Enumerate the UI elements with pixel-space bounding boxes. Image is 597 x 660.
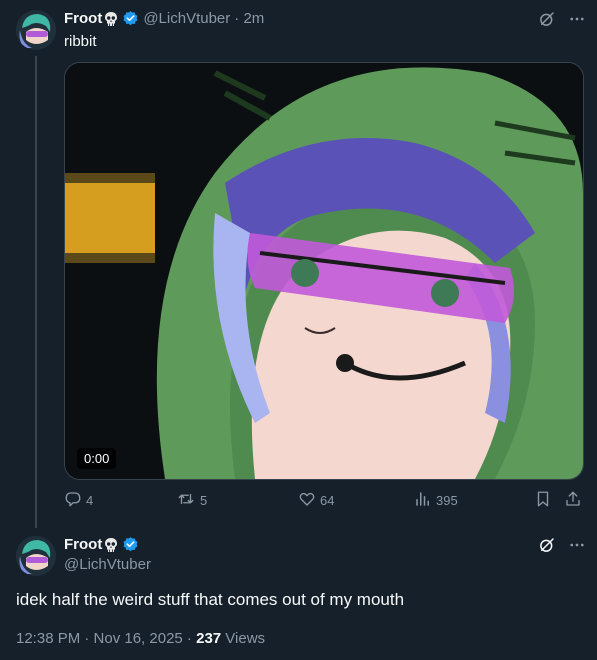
more-icon[interactable]	[568, 10, 586, 28]
verified-badge-icon	[122, 536, 139, 553]
tweet-header: Froot @LichVtuber · 2m	[64, 10, 264, 27]
verified-badge-icon	[122, 10, 139, 27]
views-count: 395	[436, 493, 458, 508]
like-button[interactable]: 64	[298, 490, 334, 511]
share-icon	[564, 490, 582, 511]
author-name[interactable]: Froot	[64, 10, 102, 27]
repost-icon	[176, 490, 196, 511]
grok-icon[interactable]	[538, 536, 556, 554]
share-button[interactable]	[564, 490, 582, 511]
repost-count: 5	[200, 493, 208, 508]
avatar[interactable]	[16, 10, 56, 50]
thread-connector-line	[35, 56, 37, 528]
tweet-top-actions	[538, 536, 586, 554]
skull-emoji-icon	[103, 537, 119, 553]
tweet-video[interactable]: 0:00	[64, 62, 584, 480]
author-handle[interactable]: @LichVtuber	[143, 10, 230, 27]
author-name[interactable]: Froot	[64, 536, 102, 553]
avatar[interactable]	[16, 536, 56, 576]
repost-button[interactable]: 5	[176, 490, 207, 511]
tweet-time-ago[interactable]: · 2m	[234, 10, 264, 27]
video-frame-image	[65, 63, 583, 479]
author-handle[interactable]: @LichVtuber	[64, 556, 151, 573]
tweet-header: Froot	[64, 536, 139, 553]
views-icon	[414, 490, 432, 511]
skull-emoji-icon	[103, 11, 119, 27]
video-duration-badge: 0:00	[77, 448, 117, 469]
bookmark-button[interactable]	[534, 490, 552, 511]
tweet-text: ribbit	[64, 33, 97, 50]
tweet-top-actions	[538, 10, 586, 28]
tweet-action-bar: 4 5 64 395	[64, 490, 582, 512]
like-icon	[298, 490, 316, 511]
reply-count: 4	[86, 493, 94, 508]
reply-button[interactable]: 4	[64, 490, 93, 511]
views-button[interactable]: 395	[414, 490, 458, 511]
more-icon[interactable]	[568, 536, 586, 554]
grok-icon[interactable]	[538, 10, 556, 28]
tweet-timestamp[interactable]: 12:38 PM · Nov 16, 2025 ·	[16, 630, 196, 647]
bookmark-icon	[534, 490, 552, 511]
reply-icon	[64, 490, 82, 511]
tweet-meta: 12:38 PM · Nov 16, 2025 · 237 Views	[16, 630, 265, 647]
tweet-text: idek half the weird stuff that comes out…	[16, 590, 405, 609]
views-label: Views	[221, 630, 266, 647]
like-count: 64	[320, 493, 335, 508]
views-count: 237	[196, 630, 222, 647]
